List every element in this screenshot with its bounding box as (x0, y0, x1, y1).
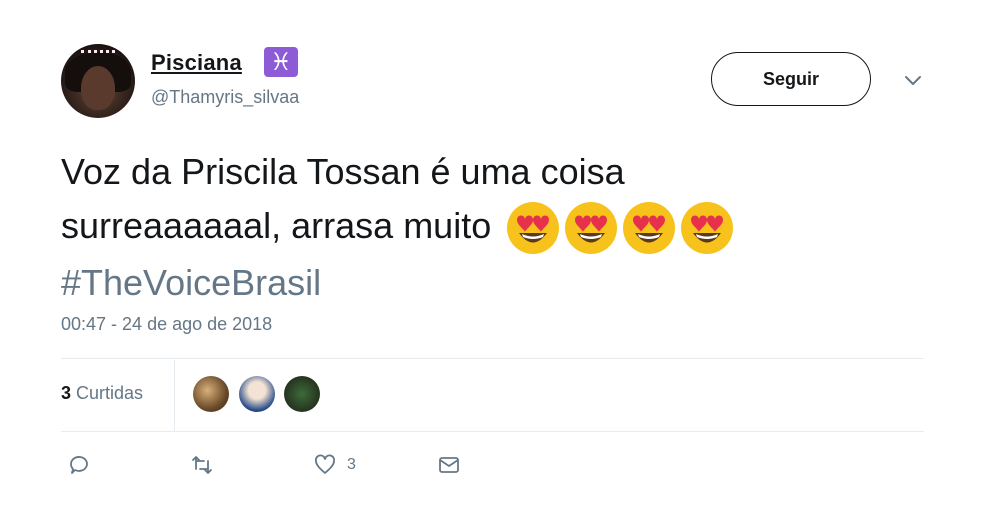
heart-eyes-emoji-icon (565, 202, 618, 255)
follow-button[interactable]: Seguir (711, 52, 871, 106)
likes-count: 3 (61, 383, 72, 403)
pisces-icon: ♓ (264, 47, 298, 77)
like-button[interactable]: 3 (313, 453, 356, 477)
reply-button[interactable] (67, 453, 91, 477)
envelope-icon (439, 457, 459, 473)
hashtag-link[interactable]: #TheVoiceBrasil (61, 256, 921, 310)
tweet-text-line1: Voz da Priscila Tossan é uma coisa (61, 151, 625, 192)
liker-avatar[interactable] (284, 376, 320, 412)
tweet-actions: 3 (0, 453, 984, 483)
like-count: 3 (347, 456, 356, 473)
tweet-text-line2-wrap: surreaaaaaal, arrasa muito (61, 199, 921, 256)
direct-message-button[interactable] (437, 453, 461, 477)
tweet-text: Voz da Priscila Tossan é uma coisa surre… (61, 145, 921, 310)
heart-eyes-emoji-icon (507, 202, 560, 255)
stats-separator (174, 360, 175, 431)
tweet-timestamp[interactable]: 00:47 - 24 de ago de 2018 (61, 314, 272, 335)
avatar-flower-crown (81, 50, 115, 63)
likes-label: Curtidas (76, 383, 144, 403)
heart-eyes-emoji-icon (623, 202, 676, 255)
reply-icon (70, 456, 88, 474)
liker-avatar[interactable] (193, 376, 229, 412)
retweet-icon (192, 456, 212, 474)
heart-icon (315, 454, 335, 474)
emoji-row (505, 200, 735, 256)
avatar-face (81, 66, 115, 110)
divider-bottom (61, 431, 924, 432)
heart-eyes-emoji-icon (681, 202, 734, 255)
chevron-down-icon[interactable] (903, 70, 923, 90)
liker-avatar[interactable] (239, 376, 275, 412)
divider-top (61, 358, 924, 359)
retweet-button[interactable] (190, 453, 214, 477)
user-display-name[interactable]: Pisciana (151, 50, 242, 76)
tweet-text-line2: surreaaaaaal, arrasa muito (61, 205, 492, 246)
user-handle[interactable]: @Thamyris_silvaa (151, 87, 299, 108)
likes-stat[interactable]: 3 Curtidas (61, 383, 143, 404)
user-avatar[interactable] (61, 44, 135, 118)
